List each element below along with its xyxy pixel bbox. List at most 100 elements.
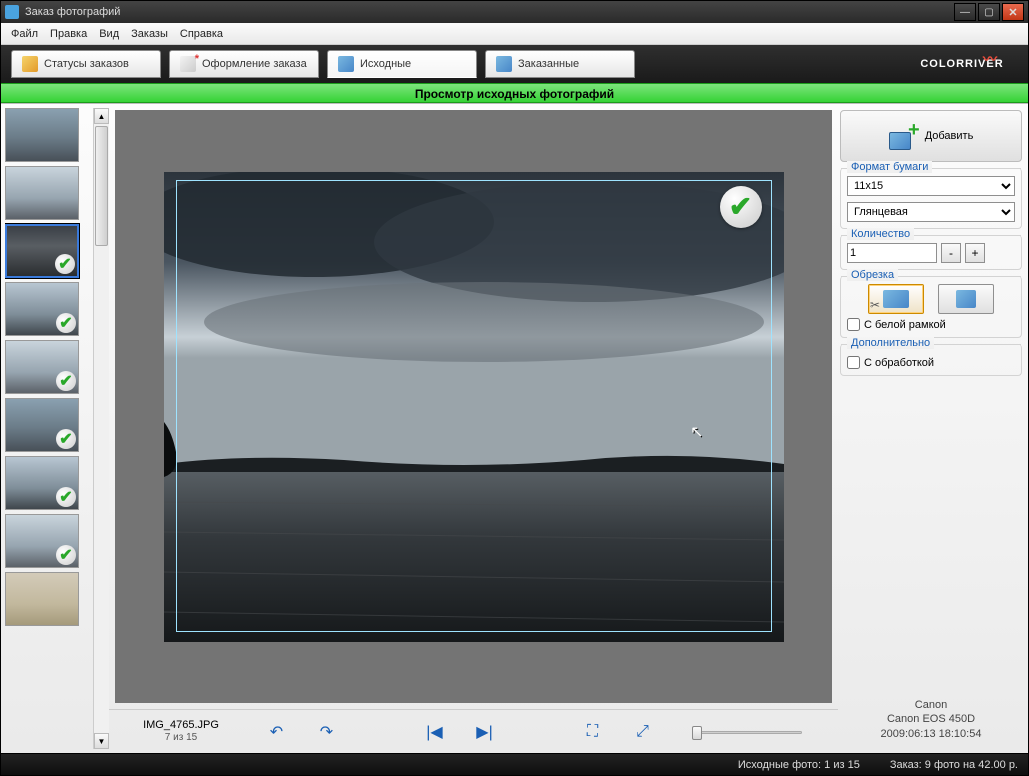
thumbnail[interactable]: ✔ xyxy=(5,282,79,336)
processing-label: С обработкой xyxy=(864,357,934,369)
file-bar: IMG_4765.JPG 7 из 15 ↶ ↷ |◀ ▶| ⛶ ⤢ xyxy=(109,709,838,753)
file-index: 7 из 15 xyxy=(121,732,241,744)
thumbnail[interactable]: ✔ xyxy=(5,456,79,510)
menu-file[interactable]: Файл xyxy=(5,25,44,43)
window-controls: — ▢ ✕ xyxy=(954,3,1024,21)
thumbnail[interactable] xyxy=(5,572,79,626)
scroll-track[interactable] xyxy=(94,124,109,733)
window-title: Заказ фотографий xyxy=(25,6,954,18)
camera-model: Canon EOS 450D xyxy=(840,712,1022,726)
quantity-plus-button[interactable]: + xyxy=(965,243,985,263)
menu-view[interactable]: Вид xyxy=(93,25,125,43)
paper-group: Формат бумаги 11x15 Глянцевая xyxy=(840,168,1022,229)
paper-group-title: Формат бумаги xyxy=(847,161,932,173)
add-label: Добавить xyxy=(925,130,974,142)
tab-status[interactable]: Статусы заказов xyxy=(11,50,161,78)
scroll-thumb[interactable] xyxy=(95,126,108,246)
thumb-check-icon: ✔ xyxy=(56,313,76,333)
titlebar: Заказ фотографий — ▢ ✕ xyxy=(1,1,1028,23)
status-icon xyxy=(22,56,38,72)
tab-checkout-label: Оформление заказа xyxy=(202,58,307,70)
brand-wave-icon: 〰 xyxy=(983,49,998,69)
tab-ordered[interactable]: Заказанные xyxy=(485,50,635,78)
thumbnail[interactable]: ✔ xyxy=(5,398,79,452)
brand-logo: 〰 COLORRIVER xyxy=(902,45,1022,83)
add-button[interactable]: + Добавить xyxy=(840,110,1022,162)
quantity-group-title: Количество xyxy=(847,228,914,240)
paper-size-select[interactable]: 11x15 xyxy=(847,176,1015,196)
processing-checkbox[interactable] xyxy=(847,356,860,369)
tab-source-label: Исходные xyxy=(360,58,411,70)
next-button[interactable]: ▶| xyxy=(474,721,496,743)
preview-column: ✔ ↖ IMG_4765.JPG 7 из 15 ↶ ↷ |◀ ▶| ⛶ xyxy=(109,104,838,753)
menu-edit[interactable]: Правка xyxy=(44,25,93,43)
selected-check-icon[interactable]: ✔ xyxy=(720,186,762,228)
rotate-right-button[interactable]: ↷ xyxy=(316,721,338,743)
thumbnail-scrollbar[interactable]: ▲ ▼ xyxy=(93,108,109,749)
thumb-check-icon: ✔ xyxy=(56,545,76,565)
extra-group: Дополнительно С обработкой xyxy=(840,344,1022,376)
file-info: IMG_4765.JPG 7 из 15 xyxy=(121,719,241,744)
toolbar: Статусы заказов * Оформление заказа Исхо… xyxy=(1,45,1028,83)
crop-group-title: Обрезка xyxy=(847,269,898,281)
paper-finish-select[interactable]: Глянцевая xyxy=(847,202,1015,222)
preview-area[interactable]: ✔ ↖ xyxy=(115,110,832,703)
quantity-minus-button[interactable]: - xyxy=(941,243,961,263)
app-icon xyxy=(5,5,19,19)
thumb-check-icon: ✔ xyxy=(55,254,75,274)
minimize-button[interactable]: — xyxy=(954,3,976,21)
rotate-left-button[interactable]: ↶ xyxy=(266,721,288,743)
close-button[interactable]: ✕ xyxy=(1002,3,1024,21)
photo: ✔ ↖ xyxy=(164,172,784,642)
banner-title: Просмотр исходных фотографий xyxy=(1,83,1028,103)
statusbar: Исходные фото: 1 из 15 Заказ: 9 фото на … xyxy=(1,753,1028,775)
thumbnail[interactable]: ✔ xyxy=(5,340,79,394)
thumbnail[interactable] xyxy=(5,108,79,162)
app-window: Заказ фотографий — ▢ ✕ Файл Правка Вид З… xyxy=(0,0,1029,776)
menu-orders[interactable]: Заказы xyxy=(125,25,174,43)
camera-info: Canon Canon EOS 450D 2009:06:13 18:10:54 xyxy=(840,698,1022,747)
source-icon xyxy=(338,56,354,72)
thumbnail-panel: ✔ ✔ ✔ ✔ ✔ ✔ ▲ ▼ xyxy=(1,104,109,753)
right-panel: + Добавить Формат бумаги 11x15 Глянцевая… xyxy=(838,104,1028,753)
tab-checkout[interactable]: * Оформление заказа xyxy=(169,50,319,78)
thumbnail[interactable] xyxy=(5,166,79,220)
menu-help[interactable]: Справка xyxy=(174,25,229,43)
cursor-icon: ↖ xyxy=(690,422,703,442)
maximize-button[interactable]: ▢ xyxy=(978,3,1000,21)
menubar: Файл Правка Вид Заказы Справка xyxy=(1,23,1028,45)
white-border-row[interactable]: С белой рамкой xyxy=(847,318,1015,331)
thumbnail[interactable]: ✔ xyxy=(5,224,79,278)
crop-group: Обрезка ✂ С белой рамкой xyxy=(840,276,1022,338)
add-icon: + xyxy=(889,122,917,150)
processing-row[interactable]: С обработкой xyxy=(847,356,1015,369)
thumbnail[interactable]: ✔ xyxy=(5,514,79,568)
status-source: Исходные фото: 1 из 15 xyxy=(738,759,860,771)
zoom-slider[interactable] xyxy=(692,723,802,741)
tab-status-label: Статусы заказов xyxy=(44,58,129,70)
file-name: IMG_4765.JPG xyxy=(121,719,241,732)
camera-make: Canon xyxy=(840,698,1022,712)
scroll-up-button[interactable]: ▲ xyxy=(94,108,109,124)
thumb-check-icon: ✔ xyxy=(56,371,76,391)
tab-source[interactable]: Исходные xyxy=(327,50,477,78)
white-border-label: С белой рамкой xyxy=(864,319,946,331)
extra-group-title: Дополнительно xyxy=(847,337,934,349)
tab-ordered-label: Заказанные xyxy=(518,58,579,70)
quantity-input[interactable] xyxy=(847,243,937,263)
preview-controls: ↶ ↷ |◀ ▶| ⛶ ⤢ xyxy=(241,721,826,743)
camera-datetime: 2009:06:13 18:10:54 xyxy=(840,727,1022,741)
checkout-icon: * xyxy=(180,56,196,72)
thumbnail-list: ✔ ✔ ✔ ✔ ✔ ✔ xyxy=(5,108,93,749)
quantity-group: Количество - + xyxy=(840,235,1022,270)
thumb-check-icon: ✔ xyxy=(56,429,76,449)
crop-mode-cut-button[interactable]: ✂ xyxy=(868,284,924,314)
status-order: Заказ: 9 фото на 42.00 р. xyxy=(890,759,1018,771)
workspace: ✔ ✔ ✔ ✔ ✔ ✔ ▲ ▼ xyxy=(1,103,1028,753)
white-border-checkbox[interactable] xyxy=(847,318,860,331)
actual-size-button[interactable]: ⤢ xyxy=(632,721,654,743)
crop-mode-fit-button[interactable] xyxy=(938,284,994,314)
prev-button[interactable]: |◀ xyxy=(424,721,446,743)
scroll-down-button[interactable]: ▼ xyxy=(94,733,109,749)
fit-button[interactable]: ⛶ xyxy=(582,721,604,743)
